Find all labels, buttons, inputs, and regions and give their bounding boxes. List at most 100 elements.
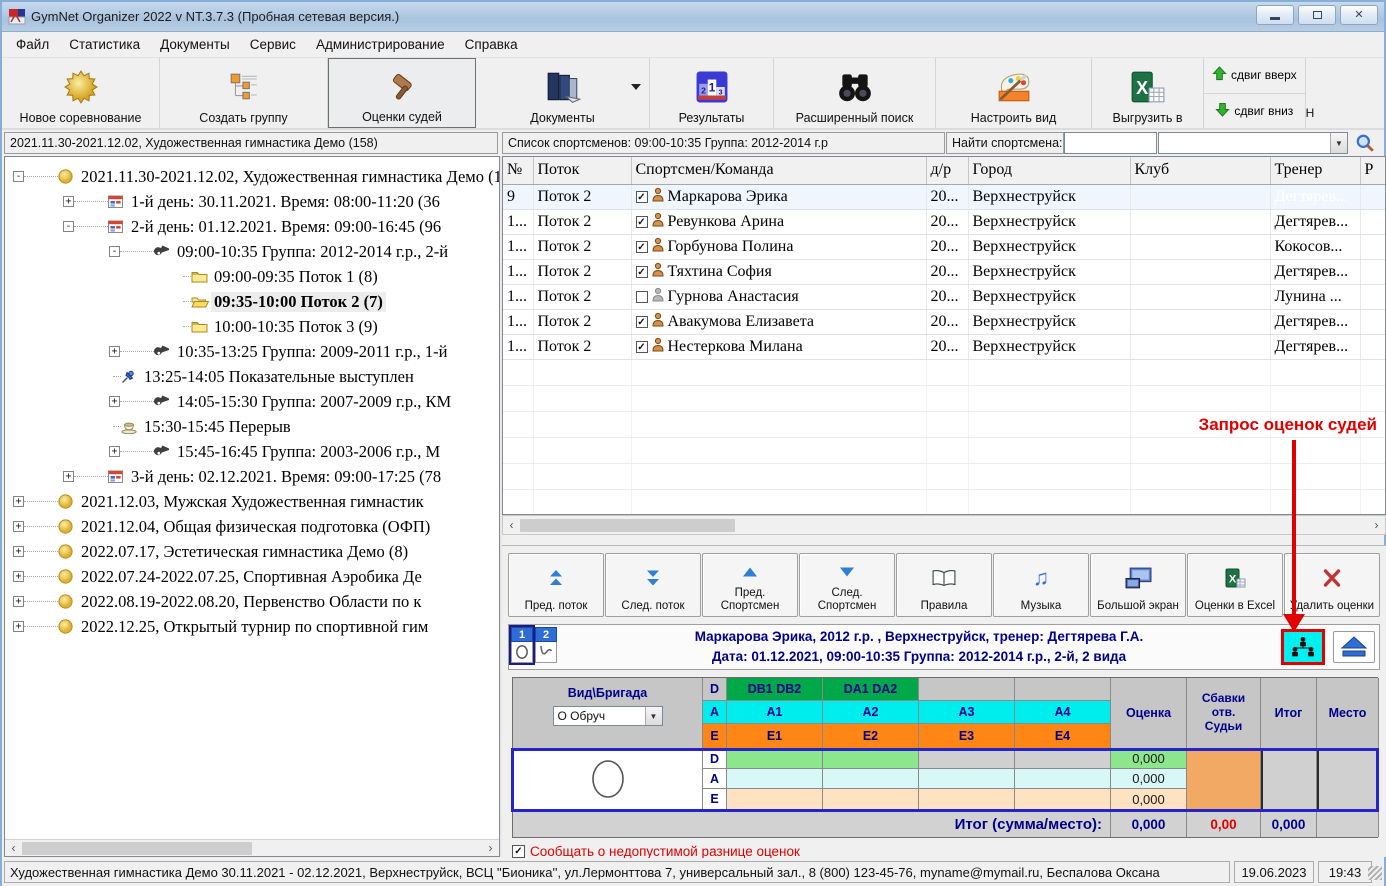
score-cell-d2[interactable] [823,749,919,769]
deduction-cell[interactable] [1187,749,1261,810]
column-header[interactable]: Спортсмен/Команда [631,157,926,184]
minimize-button[interactable] [1256,5,1294,25]
judge-col-e1[interactable]: E1 [727,724,823,749]
athlete-checkbox[interactable]: ✓ [636,316,648,328]
tree-horizontal-scrollbar[interactable]: ‹ › [5,839,499,856]
athlete-row[interactable]: 1...Поток 2✓Горбунова Полина20...Верхнес… [503,234,1386,259]
tree-expand-icon[interactable]: + [13,521,24,532]
tree-expand-icon[interactable]: + [109,346,120,357]
score-difference-checkbox[interactable]: ✓ [512,845,525,858]
judge-scores-button[interactable]: Оценки судей [328,58,476,128]
delete-scores-button[interactable]: Удалить оценки [1284,553,1380,617]
apparatus-2-tab[interactable]: 2 [535,627,557,663]
tree-item[interactable]: +10:35-13:25 Группа: 2009-2011 г.р., 1-й [5,339,499,364]
shift-up-button[interactable]: сдвиг вверх [1204,58,1305,94]
scroll-right-icon[interactable]: › [482,841,499,855]
eject-button[interactable] [1333,631,1375,663]
tree-item[interactable]: +2022.07.24-2022.07.25, Спортивная Аэроб… [5,564,499,589]
tree-item[interactable]: -2-й день: 01.12.2021. Время: 09:00-16:4… [5,214,499,239]
tree-expand-icon[interactable]: + [13,496,24,507]
export-excel-button[interactable]: X Выгрузить в [1092,58,1204,128]
dropdown-arrow-icon[interactable] [631,84,641,90]
judge-col-e3[interactable]: E3 [919,724,1015,749]
tree-expand-icon[interactable]: + [63,471,74,482]
resize-grip[interactable] [1368,866,1382,880]
score-cell-e1[interactable] [727,789,823,810]
request-judge-scores-button[interactable] [1281,629,1325,665]
create-group-button[interactable]: Создать группу [160,58,328,128]
tree-collapse-icon[interactable]: - [109,246,120,257]
athlete-row[interactable]: 9Поток 2✓Маркарова Эрика20...Верхнеструй… [503,184,1386,209]
athlete-checkbox[interactable]: ✓ [636,341,648,353]
next-stream-button[interactable]: След. поток [605,553,701,617]
judge-col-a2[interactable]: A2 [823,701,919,724]
column-header[interactable]: Поток [533,157,631,184]
prev-athlete-button[interactable]: Пред. Спортсмен [702,553,798,617]
scrollbar-thumb[interactable] [520,519,735,532]
scroll-left-icon[interactable]: ‹ [5,841,22,855]
search-button[interactable] [1350,132,1380,154]
score-cell-e2[interactable] [823,789,919,810]
athlete-checkbox[interactable] [636,291,648,303]
tree-collapse-icon[interactable]: - [13,171,24,182]
menu-statistics[interactable]: Статистика [59,34,150,55]
close-button[interactable]: ✕ [1340,5,1378,25]
scrollbar-thumb[interactable] [22,842,252,855]
rules-button[interactable]: Правила [896,553,992,617]
documents-button[interactable]: Документы [476,58,650,128]
tree-expand-icon[interactable]: + [63,196,74,207]
tree-item[interactable]: +14:05-15:30 Группа: 2007-2009 г.р., КМ [5,389,499,414]
score-cell-a4[interactable] [1015,769,1111,789]
athlete-checkbox[interactable]: ✓ [636,241,648,253]
chevron-down-icon[interactable]: ▼ [645,707,662,725]
score-cell-a2[interactable] [823,769,919,789]
score-cell-d1[interactable] [727,749,823,769]
new-competition-button[interactable]: Новое соревнование [2,58,160,128]
tree-item[interactable]: +2022.12.25, Открытый турнир по спортивн… [5,614,499,639]
apparatus-1-tab[interactable]: 1 [511,627,533,663]
judge-col-e4[interactable]: E4 [1015,724,1111,749]
prev-stream-button[interactable]: Пред. поток [508,553,604,617]
next-athlete-button[interactable]: След. Спортсмен [799,553,895,617]
tree-item[interactable]: +2021.12.03, Мужская Художественная гимн… [5,489,499,514]
athlete-row[interactable]: 1...Поток 2✓Тяхтина София20...Верхнестру… [503,259,1386,284]
maximize-button[interactable] [1298,5,1336,25]
column-header[interactable]: Клуб [1130,157,1270,184]
scroll-right-icon[interactable]: › [1368,518,1385,532]
column-header[interactable]: д/р [926,157,968,184]
tree-expand-icon[interactable]: + [109,396,120,407]
athlete-combobox[interactable]: ▼ [1158,132,1348,154]
column-header[interactable]: Тренер [1270,157,1360,184]
athlete-checkbox[interactable]: ✓ [636,191,648,203]
tree-item[interactable]: +2021.12.04, Общая физическая подготовка… [5,514,499,539]
athlete-row[interactable]: 1...Поток 2✓Ревункова Арина20...Верхнест… [503,209,1386,234]
menu-service[interactable]: Сервис [240,34,306,55]
athlete-row[interactable]: 1...Поток 2Гурнова Анастасия20...Верхнес… [503,284,1386,309]
score-cell-e4[interactable] [1015,789,1111,810]
tree-item[interactable]: +3-й день: 02.12.2021. Время: 09:00-17:2… [5,464,499,489]
tree-item[interactable]: +2022.08.19-2022.08.20, Первенство Облас… [5,589,499,614]
tree-item[interactable]: -09:00-10:35 Группа: 2012-2014 г.р., 2-й [5,239,499,264]
scroll-left-icon[interactable]: ‹ [503,518,520,532]
search-input[interactable] [1064,132,1157,154]
menu-documents[interactable]: Документы [150,34,240,55]
judge-col-a1[interactable]: A1 [727,701,823,724]
customize-view-button[interactable]: Настроить вид [936,58,1092,128]
apparatus-select[interactable]: О Обруч ▼ [553,706,663,726]
advanced-search-button[interactable]: Расширенный поиск [774,58,936,128]
score-cell-e3[interactable] [919,789,1015,810]
column-header[interactable]: № [503,157,533,184]
tree-expand-icon[interactable]: + [13,571,24,582]
shift-down-button[interactable]: сдвиг вниз [1204,94,1305,129]
athlete-checkbox[interactable]: ✓ [636,216,648,228]
tree-item[interactable]: +2022.07.17, Эстетическая гимнастика Дем… [5,539,499,564]
column-header[interactable]: Р [1360,157,1386,184]
tree-item[interactable]: 09:35-10:00 Поток 2 (7) [5,289,499,314]
tree-expand-icon[interactable]: + [13,546,24,557]
judge-col-a3[interactable]: A3 [919,701,1015,724]
tree-collapse-icon[interactable]: - [63,221,74,232]
tree-expand-icon[interactable]: + [13,596,24,607]
judge-col-a4[interactable]: A4 [1015,701,1111,724]
score-cell-a3[interactable] [919,769,1015,789]
menu-file[interactable]: Файл [6,34,59,55]
